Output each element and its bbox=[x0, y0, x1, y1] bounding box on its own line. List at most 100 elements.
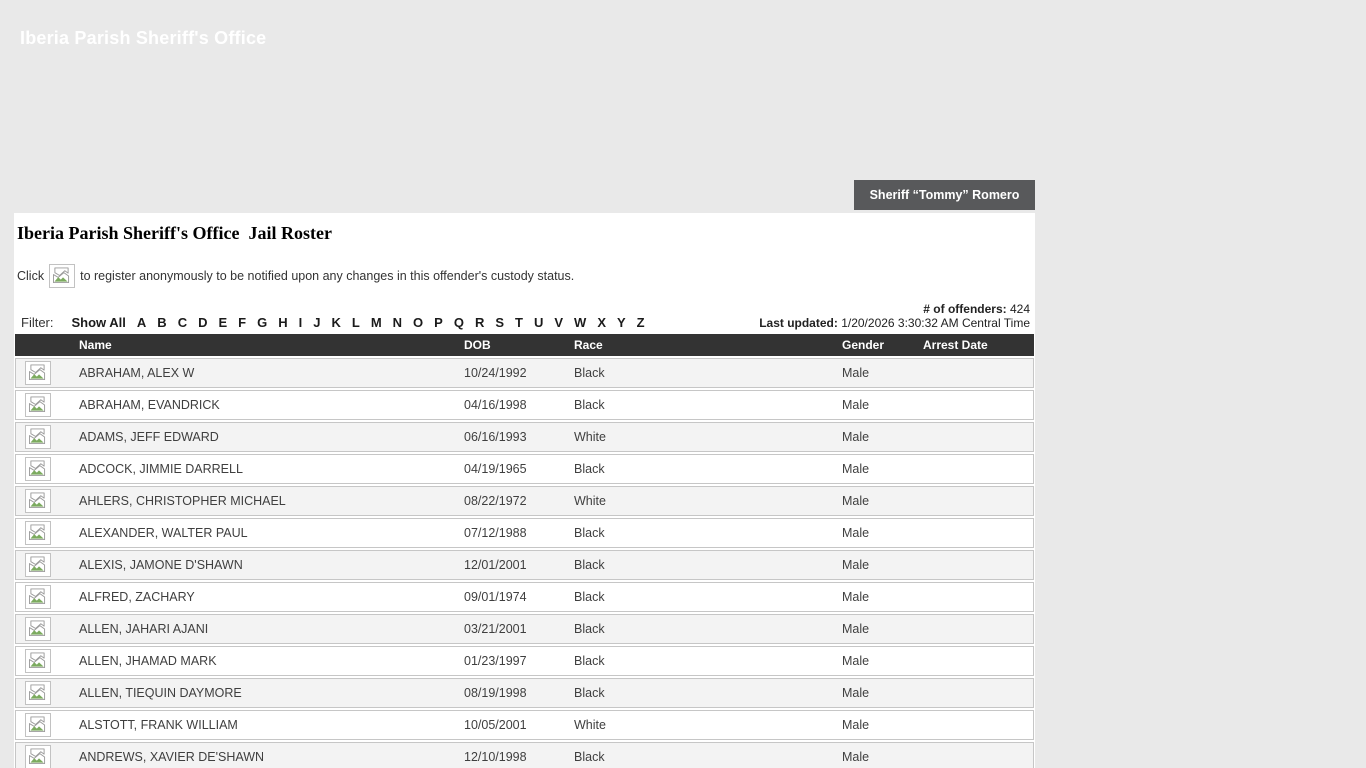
filter-link-letter-f[interactable]: F bbox=[238, 315, 246, 330]
filter-link-letter-a[interactable]: A bbox=[137, 315, 146, 330]
offender-photo-cell bbox=[15, 454, 77, 484]
table-row[interactable]: AHLERS, CHRISTOPHER MICHAEL 08/22/1972 Whi… bbox=[15, 486, 1034, 516]
offender-name-cell: ALLEN, JAHARI AJANI bbox=[77, 614, 462, 644]
filter-link-letter-x[interactable]: X bbox=[597, 315, 606, 330]
filter-link-letter-o[interactable]: O bbox=[413, 315, 423, 330]
broken-image-icon[interactable] bbox=[25, 745, 51, 768]
offender-race-cell: Black bbox=[572, 358, 840, 388]
table-row[interactable]: ALEXIS, JAMONE D'SHAWN 12/01/2001 Black Mal… bbox=[15, 550, 1034, 580]
offender-name-cell: ABRAHAM, EVANDRICK bbox=[77, 390, 462, 420]
offender-race-cell: White bbox=[572, 422, 840, 452]
offender-race-cell: White bbox=[572, 710, 840, 740]
offender-gender-cell: Male bbox=[840, 486, 921, 516]
filter-link-letter-u[interactable]: U bbox=[534, 315, 543, 330]
filter-link-letter-t[interactable]: T bbox=[515, 315, 523, 330]
filter-link-show-all[interactable]: Show All bbox=[72, 315, 126, 330]
offender-count-label: # of offenders: bbox=[923, 302, 1007, 316]
filter-link-letter-c[interactable]: C bbox=[178, 315, 187, 330]
table-row[interactable]: ALEXANDER, WALTER PAUL 07/12/1988 Black Mal… bbox=[15, 518, 1034, 548]
broken-image-icon[interactable] bbox=[25, 393, 51, 417]
offender-gender-cell: Male bbox=[840, 742, 921, 768]
filter-link-letter-s[interactable]: S bbox=[495, 315, 504, 330]
table-row[interactable]: ABRAHAM, ALEX W 10/24/1992 Black Male bbox=[15, 358, 1034, 388]
offender-photo-cell bbox=[15, 582, 77, 612]
offender-race-cell: Black bbox=[572, 550, 840, 580]
content-panel: Iberia Parish Sheriff's Office Jail Rost… bbox=[14, 213, 1035, 768]
offender-photo-cell bbox=[15, 550, 77, 580]
broken-image-icon[interactable] bbox=[25, 617, 51, 641]
table-header-row: Name DOB Race Gender Arrest Date bbox=[15, 334, 1034, 356]
notify-line: Click to register anonymously to be noti… bbox=[17, 264, 1034, 288]
notify-suffix-text: to register anonymously to be notified u… bbox=[80, 269, 575, 283]
offender-race-cell: White bbox=[572, 486, 840, 516]
broken-image-icon[interactable] bbox=[25, 649, 51, 673]
offender-photo-cell bbox=[15, 646, 77, 676]
page-title: Iberia Parish Sheriff's Office Jail Rost… bbox=[17, 223, 332, 243]
filter-link-letter-r[interactable]: R bbox=[475, 315, 484, 330]
offender-dob-cell: 12/01/2001 bbox=[462, 550, 572, 580]
sheriff-badge-button[interactable]: Sheriff “Tommy” Romero bbox=[854, 180, 1035, 210]
offender-arrest-date-cell bbox=[921, 518, 1034, 548]
filter-link-letter-i[interactable]: I bbox=[299, 315, 303, 330]
broken-image-icon[interactable] bbox=[25, 521, 51, 545]
offender-dob-cell: 07/12/1988 bbox=[462, 518, 572, 548]
filter-link-letter-d[interactable]: D bbox=[198, 315, 207, 330]
offender-arrest-date-cell bbox=[921, 646, 1034, 676]
column-header-gender: Gender bbox=[840, 334, 921, 356]
filter-link-letter-p[interactable]: P bbox=[434, 315, 443, 330]
page-wrapper: Sheriff “Tommy” Romero Iberia Parish She… bbox=[14, 0, 1035, 768]
table-row[interactable]: ALFRED, ZACHARY 09/01/1974 Black Male bbox=[15, 582, 1034, 612]
filter-link-letter-g[interactable]: G bbox=[257, 315, 267, 330]
offender-photo-cell bbox=[15, 742, 77, 768]
table-row[interactable]: ANDREWS, XAVIER DE'SHAWN 12/10/1998 Black M… bbox=[15, 742, 1034, 768]
filter-link-letter-n[interactable]: N bbox=[393, 315, 402, 330]
offender-name-cell: ADCOCK, JIMMIE DARRELL bbox=[77, 454, 462, 484]
offender-dob-cell: 04/16/1998 bbox=[462, 390, 572, 420]
offender-gender-cell: Male bbox=[840, 678, 921, 708]
offender-name-cell: ALEXANDER, WALTER PAUL bbox=[77, 518, 462, 548]
filter-link-letter-m[interactable]: M bbox=[371, 315, 382, 330]
offender-race-cell: Black bbox=[572, 678, 840, 708]
broken-image-icon[interactable] bbox=[25, 585, 51, 609]
broken-image-icon[interactable] bbox=[25, 457, 51, 481]
broken-image-icon[interactable] bbox=[25, 489, 51, 513]
table-row[interactable]: ADCOCK, JIMMIE DARRELL 04/19/1965 Black Mal… bbox=[15, 454, 1034, 484]
column-header-dob: DOB bbox=[462, 334, 572, 356]
table-row[interactable]: ALLEN, JAHARI AJANI 03/21/2001 Black Male bbox=[15, 614, 1034, 644]
filter-link-letter-k[interactable]: K bbox=[331, 315, 340, 330]
filter-link-letter-y[interactable]: Y bbox=[617, 315, 626, 330]
filter-link-letter-l[interactable]: L bbox=[352, 315, 360, 330]
filter-link-letter-j[interactable]: J bbox=[313, 315, 320, 330]
offender-name-cell: AHLERS, CHRISTOPHER MICHAEL bbox=[77, 486, 462, 516]
filter-link-letter-z[interactable]: Z bbox=[637, 315, 645, 330]
broken-image-icon[interactable] bbox=[25, 681, 51, 705]
broken-image-icon[interactable] bbox=[25, 425, 51, 449]
table-row[interactable]: ALLEN, TIEQUIN DAYMORE 08/19/1998 Black Mal… bbox=[15, 678, 1034, 708]
filter-link-letter-w[interactable]: W bbox=[574, 315, 586, 330]
broken-image-icon[interactable] bbox=[25, 361, 51, 385]
filter-links: Show All A B C D E F G H I J K L M N O P Q R S T U V W X Y Z bbox=[72, 315, 645, 330]
filter-link-letter-h[interactable]: H bbox=[278, 315, 287, 330]
offender-gender-cell: Male bbox=[840, 710, 921, 740]
offender-name-cell: ALLEN, JHAMAD MARK bbox=[77, 646, 462, 676]
offender-gender-cell: Male bbox=[840, 422, 921, 452]
offender-dob-cell: 03/21/2001 bbox=[462, 614, 572, 644]
broken-image-icon[interactable] bbox=[25, 553, 51, 577]
offender-dob-cell: 08/19/1998 bbox=[462, 678, 572, 708]
offender-photo-cell bbox=[15, 486, 77, 516]
offender-photo-cell bbox=[15, 678, 77, 708]
filter-link-letter-b[interactable]: B bbox=[157, 315, 166, 330]
table-row[interactable]: ALLEN, JHAMAD MARK 01/23/1997 Black Male bbox=[15, 646, 1034, 676]
filter-link-letter-q[interactable]: Q bbox=[454, 315, 464, 330]
table-row[interactable]: ADAMS, JEFF EDWARD 06/16/1993 White Male bbox=[15, 422, 1034, 452]
offender-dob-cell: 04/19/1965 bbox=[462, 454, 572, 484]
offender-gender-cell: Male bbox=[840, 582, 921, 612]
notify-prefix-text: Click bbox=[17, 269, 45, 283]
filter-link-letter-e[interactable]: E bbox=[218, 315, 227, 330]
offender-arrest-date-cell bbox=[921, 582, 1034, 612]
table-row[interactable]: ALSTOTT, FRANK WILLIAM 10/05/2001 White Mal… bbox=[15, 710, 1034, 740]
notify-broken-image-icon[interactable] bbox=[49, 264, 76, 288]
filter-link-letter-v[interactable]: V bbox=[554, 315, 563, 330]
table-row[interactable]: ABRAHAM, EVANDRICK 04/16/1998 Black Male bbox=[15, 390, 1034, 420]
broken-image-icon[interactable] bbox=[25, 713, 51, 737]
